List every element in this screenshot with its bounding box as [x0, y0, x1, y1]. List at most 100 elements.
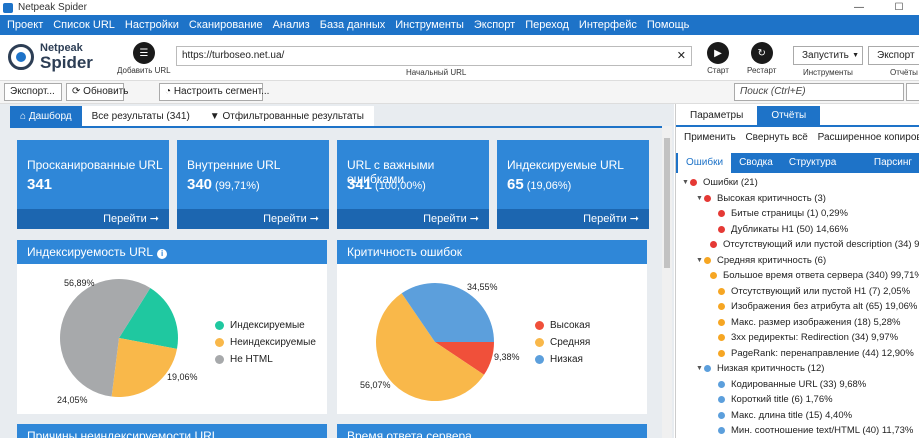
tab-filtered-results[interactable]: ▼ Отфильтрованные результаты: [199, 106, 374, 128]
menu-database[interactable]: База данных: [315, 19, 391, 31]
segment-label: Настроить сегмент...: [173, 86, 270, 97]
tree-item[interactable]: Изображения без атрибута alt (65) 19,06%: [676, 299, 919, 315]
search-options-button[interactable]: [906, 83, 919, 101]
menu-navigate[interactable]: Переход: [520, 19, 574, 31]
tree-item[interactable]: Мин. соотношение text/HTML (40) 11,73%: [676, 423, 919, 439]
legend-item[interactable]: Средняя: [535, 337, 590, 348]
search-input[interactable]: Поиск (Ctrl+E): [734, 83, 904, 101]
run-dropdown[interactable]: Запустить ▼: [793, 46, 863, 65]
export-dropdown[interactable]: Экспорт: [868, 46, 919, 65]
minimize-button[interactable]: —: [839, 0, 879, 15]
card-goto-link[interactable]: Перейти ➞: [497, 209, 649, 229]
errors-tree: ▼ Ошибки (21) ▼ Высокая критичность (3) Биты…: [676, 175, 919, 439]
severity-dot-icon: [718, 380, 725, 388]
card-indexable-urls: Индексируемые URL 65 (19,06%) Перейти ➞: [497, 140, 649, 229]
tree-item[interactable]: 3xx редиректы: Redirection (34) 9,97%: [676, 330, 919, 346]
segment-icon: ◔: [165, 86, 172, 97]
tree-item[interactable]: Короткий title (6) 1,76%: [676, 392, 919, 408]
tab-all-results[interactable]: Все результаты (341): [81, 106, 200, 128]
tree-item[interactable]: PageRank: перенаправление (44) 12,90%: [676, 346, 919, 362]
maximize-button[interactable]: ☐: [879, 0, 919, 15]
severity-dot-icon: [718, 349, 725, 357]
tree-item[interactable]: ▼ Высокая критичность (3): [676, 191, 919, 207]
menu-help[interactable]: Помощь: [642, 19, 695, 31]
info-icon[interactable]: i: [157, 249, 168, 259]
list-icon: ☰: [132, 42, 155, 64]
export-dropdown-value: Экспорт: [877, 50, 915, 61]
add-url-label: Добавить URL: [117, 66, 171, 75]
menu-interface[interactable]: Интерфейс: [574, 19, 642, 31]
tree-item[interactable]: ▼ Ошибки (21): [676, 175, 919, 191]
advanced-copy-button[interactable]: Расширенное копирование: [818, 132, 919, 143]
severity-dot-icon: [704, 194, 711, 202]
severity-dot-icon: [718, 334, 725, 342]
legend-dot: [215, 355, 224, 364]
legend-item[interactable]: Неиндексируемые: [215, 337, 316, 348]
tree-item[interactable]: Кодированные URL (33) 9,68%: [676, 377, 919, 393]
side-tabs: Параметры Отчёты: [676, 106, 821, 126]
start-url-input[interactable]: https://turboseo.net.ua/ ✕: [176, 46, 692, 66]
menu-tools[interactable]: Инструменты: [390, 19, 469, 31]
card-goto-link[interactable]: Перейти ➞: [337, 209, 489, 229]
run-dropdown-value: Запустить: [802, 50, 849, 61]
vertical-scrollbar[interactable]: [662, 126, 672, 438]
filter-icon: ▼: [209, 111, 220, 122]
tree-item[interactable]: Отсутствующий или пустой description (34…: [676, 237, 919, 253]
menu-settings[interactable]: Настройки: [120, 19, 184, 31]
expand-arrow-icon[interactable]: ▼: [696, 365, 704, 372]
panel-header: Критичность ошибок: [337, 240, 647, 264]
start-url-value: https://turboseo.net.ua/: [182, 50, 285, 61]
tab-dashboard[interactable]: ⌂ Дашборд: [10, 106, 82, 128]
response-time-panel: Время ответа сервера: [337, 424, 647, 438]
tree-item-label: Ошибки (21): [703, 177, 758, 189]
tree-item[interactable]: Дубликаты H1 (50) 14,66%: [676, 222, 919, 238]
apply-button[interactable]: Применить: [684, 132, 736, 143]
scrollbar-thumb[interactable]: [664, 138, 670, 268]
refresh-button[interactable]: ⟳ Обновить: [66, 83, 128, 101]
subtab-summary[interactable]: Сводка: [731, 153, 781, 173]
tree-item[interactable]: Отсутствующий или пустой H1 (7) 2,05%: [676, 284, 919, 300]
card-goto-link[interactable]: Перейти ➞: [17, 209, 169, 229]
severity-dot-icon: [718, 210, 725, 218]
restart-button[interactable]: ↻ Рестарт: [747, 42, 776, 75]
legend-item[interactable]: Высокая: [535, 320, 590, 331]
tab-parameters[interactable]: Параметры: [676, 106, 758, 126]
tree-item[interactable]: Макс. длина title (15) 4,40%: [676, 408, 919, 424]
expand-arrow-icon[interactable]: ▼: [696, 195, 704, 202]
tree-item[interactable]: Большое время ответа сервера (340) 99,71…: [676, 268, 919, 284]
tree-item[interactable]: Макс. размер изображения (18) 5,28%: [676, 315, 919, 331]
subtab-site-structure[interactable]: Структура сайта: [781, 153, 866, 188]
add-url-button[interactable]: ☰ Добавить URL: [117, 42, 171, 75]
card-value: 341: [27, 176, 53, 193]
segment-button[interactable]: ◔ Настроить сегмент...: [159, 83, 269, 101]
expand-arrow-icon[interactable]: ▼: [682, 179, 690, 186]
menu-url-list[interactable]: Список URL: [48, 19, 120, 31]
legend-item[interactable]: Низкая: [535, 354, 590, 365]
tree-item[interactable]: Битые страницы (1) 0,29%: [676, 206, 919, 222]
slice-label-medium: 56,07%: [360, 380, 391, 390]
subtab-errors[interactable]: Ошибки: [678, 153, 732, 173]
export-button[interactable]: Экспорт...: [4, 83, 62, 101]
tree-item[interactable]: ▼ Низкая критичность (12): [676, 361, 919, 377]
menu-analysis[interactable]: Анализ: [268, 19, 315, 31]
card-goto-link[interactable]: Перейти ➞: [177, 209, 329, 229]
subtab-parsing[interactable]: Парсинг: [866, 153, 919, 173]
tab-reports[interactable]: Отчёты: [757, 106, 821, 126]
tree-item[interactable]: ▼ Средняя критичность (6): [676, 253, 919, 269]
start-label: Старт: [707, 66, 729, 75]
clear-url-icon[interactable]: ✕: [677, 47, 686, 65]
legend-item[interactable]: Не HTML: [215, 354, 316, 365]
menu-crawl[interactable]: Сканирование: [184, 19, 268, 31]
start-button[interactable]: ▶ Старт: [707, 42, 729, 75]
menu-export[interactable]: Экспорт: [469, 19, 520, 31]
refresh-label: Обновить: [83, 86, 129, 97]
expand-arrow-icon[interactable]: ▼: [696, 257, 704, 264]
tree-item-label: Низкая критичность (12): [717, 363, 825, 375]
tree-item-label: Короткий title (6) 1,76%: [731, 394, 833, 406]
main-tabs: ⌂ Дашборд Все результаты (341) ▼ Отфильт…: [10, 106, 374, 128]
collapse-all-button[interactable]: Свернуть всё: [745, 132, 807, 143]
menu-project[interactable]: Проект: [2, 19, 48, 31]
legend-item[interactable]: Индексируемые: [215, 320, 316, 331]
side-actions: Применить Свернуть всё Расширенное копир…: [684, 132, 919, 143]
severity-dot-icon: [710, 272, 717, 280]
